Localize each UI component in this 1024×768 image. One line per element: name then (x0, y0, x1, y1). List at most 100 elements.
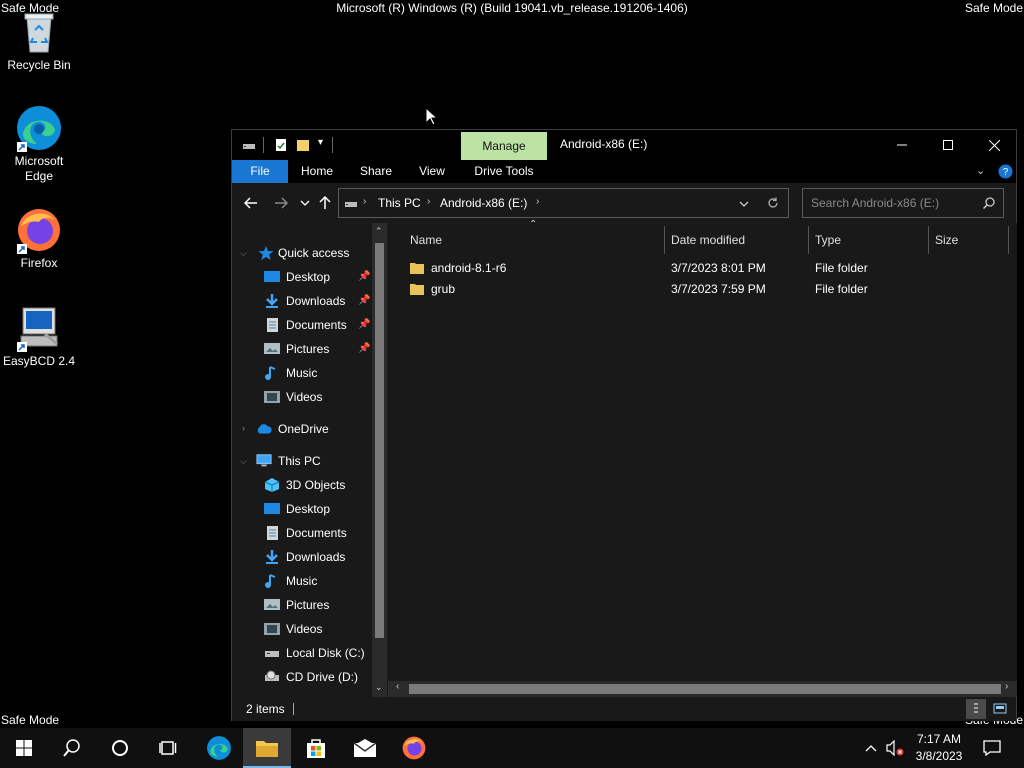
breadcrumb-this-pc[interactable]: This PC (378, 196, 421, 210)
tab-share[interactable]: Share (352, 160, 400, 183)
documents-icon (267, 318, 278, 332)
properties-icon[interactable] (274, 137, 288, 153)
nav-label: OneDrive (278, 422, 329, 436)
collapse-this-pc-icon[interactable]: ⌵ (240, 456, 247, 467)
taskbar-store[interactable] (292, 728, 340, 768)
taskbar-firefox[interactable] (390, 728, 438, 768)
breadcrumb-android-x86[interactable]: Android-x86 (E:) (440, 196, 527, 210)
volume-button[interactable] (884, 728, 906, 768)
search-box[interactable] (802, 188, 1004, 218)
large-icons-view-button[interactable] (990, 699, 1010, 719)
drive-icon (243, 144, 255, 149)
tab-drive-tools[interactable]: Drive Tools (464, 160, 544, 183)
table-row[interactable]: grub 3/7/2023 7:59 PM File folder (398, 279, 998, 300)
recent-locations-button[interactable] (294, 192, 316, 214)
search-icon (983, 197, 995, 209)
expand-ribbon-icon[interactable]: ⌄ (976, 164, 985, 177)
scroll-up-icon[interactable]: ⌃ (375, 226, 383, 237)
nav-quick-pictures[interactable]: Pictures 📌 (264, 338, 372, 360)
pin-icon[interactable]: 📌 (358, 338, 370, 360)
task-view-button[interactable] (144, 728, 192, 768)
table-row[interactable]: android-8.1-r6 3/7/2023 8:01 PM File fol… (398, 258, 998, 279)
pin-icon[interactable]: 📌 (358, 314, 370, 336)
customize-qat-icon[interactable]: ▾ (318, 137, 323, 153)
firefox-icon (402, 736, 426, 760)
desktop-icon-recycle-bin[interactable]: Recycle Bin (1, 8, 77, 73)
large-icons-view-icon (993, 703, 1007, 714)
nav-label: Documents (286, 318, 347, 332)
edge-icon (15, 104, 63, 152)
forward-button[interactable] (270, 192, 292, 214)
address-dropdown-icon[interactable] (739, 201, 749, 207)
file-name: grub (431, 282, 456, 296)
safe-mode-label-top-right: Safe Mode (964, 1, 1023, 15)
arrow-right-icon (275, 197, 288, 209)
nav-label: CD Drive (D:) (286, 670, 358, 684)
breadcrumb-separator-icon: › (427, 196, 431, 207)
maximize-button[interactable] (925, 130, 971, 160)
desktop-icon-easybcd[interactable]: EasyBCD 2.4 (1, 304, 77, 369)
file-date: 3/7/2023 8:01 PM (671, 261, 766, 275)
folder-icon (410, 284, 424, 295)
tab-view[interactable]: View (410, 160, 454, 183)
window-title: Android-x86 (E:) (560, 137, 648, 151)
search-button[interactable] (48, 728, 96, 768)
details-view-button[interactable] (966, 699, 986, 719)
sort-indicator-icon: ⌃ (529, 219, 538, 230)
action-center-button[interactable] (976, 728, 1008, 768)
edge-icon (207, 736, 231, 760)
help-icon[interactable]: ? (998, 164, 1013, 179)
back-button[interactable] (240, 192, 262, 214)
nav-quick-downloads[interactable]: Downloads 📌 (264, 290, 372, 312)
taskbar-edge[interactable] (195, 728, 243, 768)
taskbar-mail[interactable] (341, 728, 389, 768)
qat-divider (263, 137, 264, 153)
column-header-name[interactable]: Name (410, 226, 442, 254)
column-header-date-modified[interactable]: Date modified (671, 226, 745, 254)
expand-onedrive-icon[interactable]: › (242, 423, 245, 433)
tab-home[interactable]: Home (294, 160, 340, 183)
column-separator[interactable] (808, 226, 809, 254)
nav-quick-documents[interactable]: Documents 📌 (264, 314, 372, 336)
minimize-button[interactable] (879, 130, 925, 160)
desktop-icon-label: Recycle Bin (7, 58, 71, 72)
safe-mode-label-bottom-left: Safe Mode (1, 713, 60, 727)
collapse-quick-access-icon[interactable]: ⌵ (240, 248, 247, 259)
nav-pane-scroll-thumb[interactable] (375, 243, 384, 638)
close-button[interactable] (971, 130, 1017, 160)
column-header-type[interactable]: Type (815, 226, 841, 254)
refresh-icon[interactable] (767, 197, 779, 209)
recycle-bin-icon (15, 8, 63, 56)
pin-icon[interactable]: 📌 (358, 266, 370, 288)
documents-icon (267, 526, 278, 540)
mouse-cursor-icon (425, 107, 437, 126)
taskbar: 7:17 AM 3/8/2023 (0, 728, 1024, 768)
scroll-left-icon[interactable]: ‹ (396, 681, 399, 692)
clock[interactable]: 7:17 AM 3/8/2023 (908, 731, 970, 765)
column-separator[interactable] (1008, 226, 1009, 254)
desktop-icon-microsoft-edge[interactable]: Microsoft Edge (1, 104, 77, 184)
search-input[interactable] (811, 195, 971, 211)
column-separator[interactable] (928, 226, 929, 254)
nav-quick-desktop[interactable]: Desktop 📌 (264, 266, 372, 288)
start-button[interactable] (0, 728, 48, 768)
item-count: 2 items (246, 702, 285, 716)
address-bar[interactable]: › This PC › Android-x86 (E:) › (338, 188, 789, 218)
new-folder-icon[interactable] (296, 137, 310, 153)
taskbar-file-explorer[interactable] (243, 728, 291, 768)
desktop-icon-firefox[interactable]: Firefox (1, 206, 77, 271)
music-icon (265, 574, 276, 588)
scroll-down-icon[interactable]: ⌄ (375, 682, 383, 693)
column-separator[interactable] (664, 226, 665, 254)
pin-icon[interactable]: 📌 (358, 290, 370, 312)
column-header-size[interactable]: Size (935, 226, 958, 254)
up-button[interactable] (314, 192, 336, 214)
scroll-right-icon[interactable]: › (1005, 681, 1008, 692)
show-hidden-icons-button[interactable] (860, 728, 882, 768)
cortana-button[interactable] (96, 728, 144, 768)
tab-manage[interactable]: Manage (461, 132, 547, 160)
horizontal-scroll-thumb[interactable] (409, 684, 1001, 694)
cd-drive-icon (265, 670, 279, 681)
nav-label: Videos (286, 390, 323, 404)
tab-file[interactable]: File (232, 160, 288, 183)
